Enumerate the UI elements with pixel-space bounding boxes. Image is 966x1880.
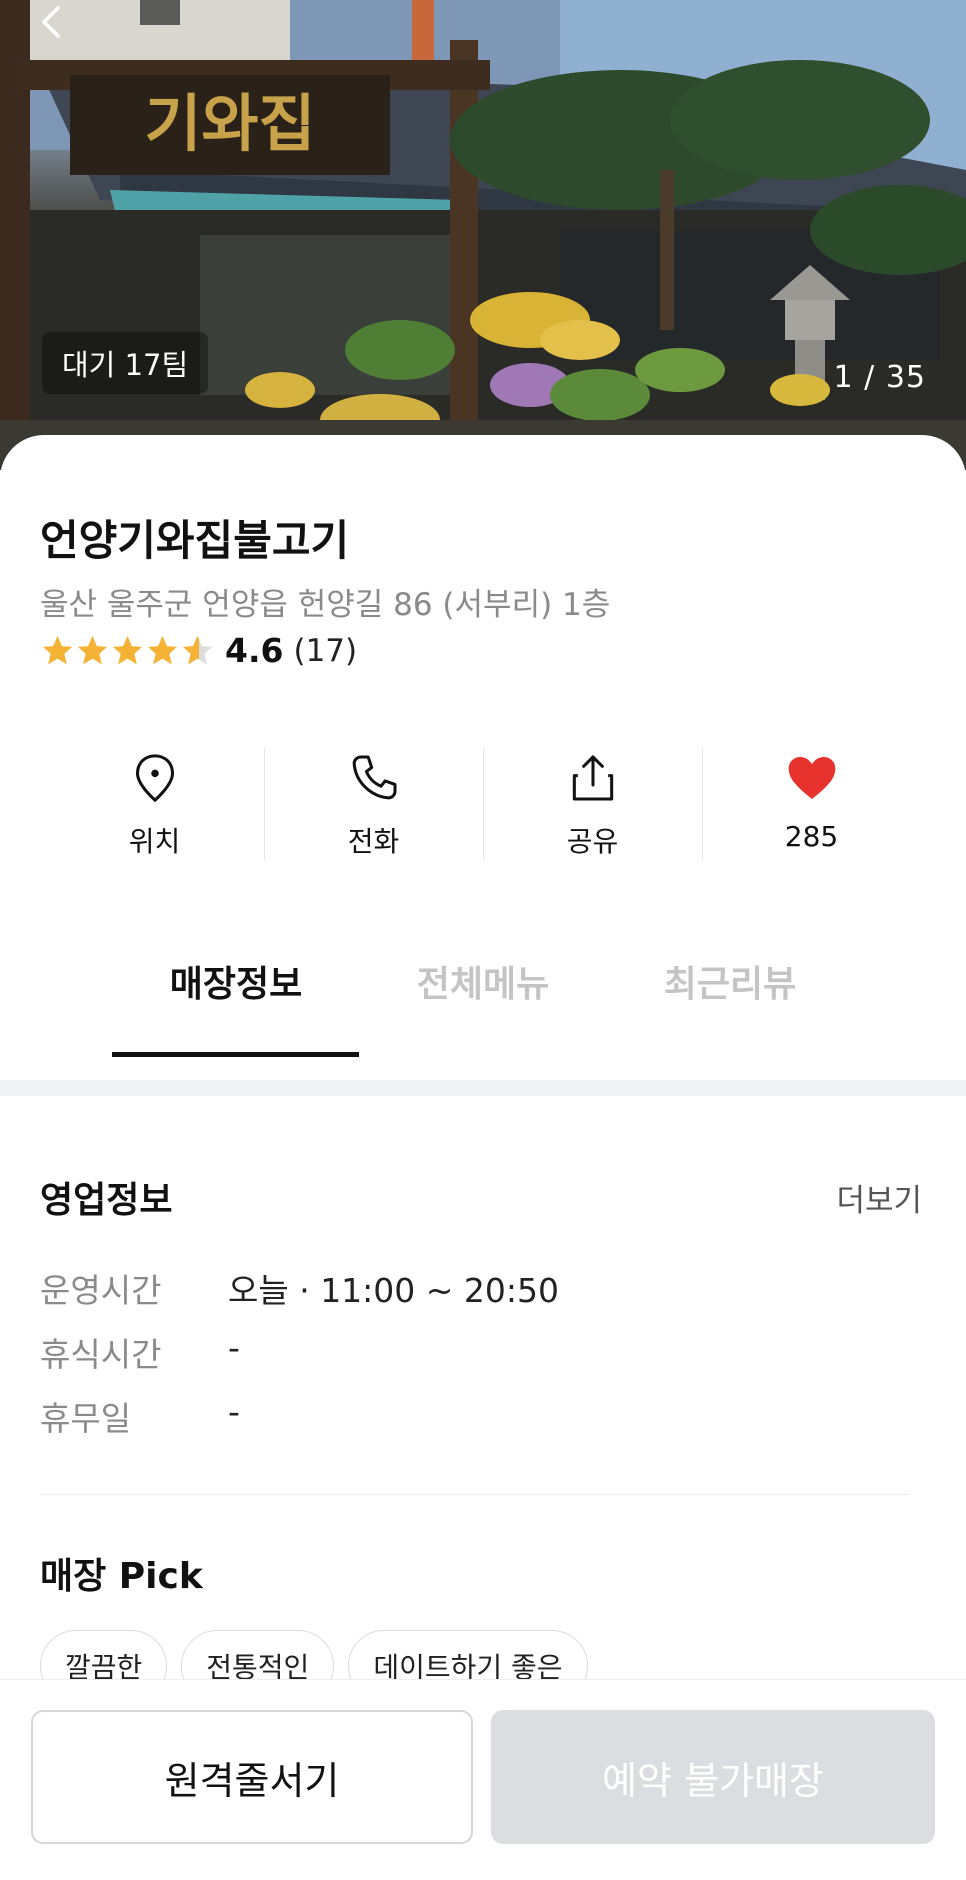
info-label: 휴식시간 — [40, 1335, 162, 1374]
reservation-unavailable-button: 예약 불가매장 — [491, 1710, 935, 1844]
rating-score: 4.6 — [225, 631, 284, 670]
photo-counter: 1 / 35 — [833, 360, 926, 395]
like-button[interactable]: 285 — [702, 740, 921, 860]
info-label: 휴무일 — [40, 1399, 132, 1438]
star-full-icon — [42, 635, 73, 665]
action-label: 전화 — [347, 825, 400, 858]
remote-queue-button[interactable]: 원격줄서기 — [31, 1710, 473, 1844]
like-count: 285 — [784, 820, 839, 853]
store-address: 울산 울주군 언양읍 헌양길 86 (서부리) 1층 — [40, 587, 611, 623]
info-value: 오늘 · 11:00 ~ 20:50 — [228, 1271, 560, 1310]
waiting-count-badge: 대기 17팀 — [42, 332, 209, 394]
share-button[interactable]: 공유 — [483, 740, 702, 860]
bottom-action-bar: 원격줄서기 예약 불가매장 — [0, 1679, 966, 1880]
signboard-text: 기와집 — [144, 87, 315, 160]
section-divider — [0, 1080, 966, 1096]
location-button[interactable]: 위치 — [45, 740, 264, 860]
star-half-icon — [182, 635, 213, 665]
heart-icon — [788, 757, 835, 799]
divider-line — [40, 1494, 910, 1495]
back-button[interactable] — [34, 2, 74, 42]
star-full-icon — [112, 635, 143, 665]
star-rating — [40, 633, 215, 668]
store-photo-carousel[interactable]: 기와집 대기 17팀 1 / 35 — [0, 0, 966, 470]
action-bar: 위치 전화 공유 285 — [45, 740, 921, 860]
info-value: - — [228, 1392, 240, 1431]
star-full-icon — [77, 635, 108, 665]
rating-row: 4.6 (17) — [40, 631, 357, 670]
store-detail-sheet: 언양기와집불고기 울산 울주군 언양읍 헌양길 86 (서부리) 1층 4.6 … — [0, 435, 966, 1879]
action-label: 공유 — [566, 825, 619, 858]
active-tab-indicator — [112, 1052, 359, 1057]
chevron-left-icon — [42, 6, 60, 38]
call-button[interactable]: 전화 — [264, 740, 483, 860]
info-row-closed-days: 휴무일 - — [40, 1392, 240, 1440]
info-row-break: 휴식시간 - — [40, 1328, 240, 1376]
share-icon — [572, 755, 613, 801]
more-button[interactable]: 더보기 — [836, 1175, 922, 1220]
location-pin-icon — [135, 754, 174, 803]
tab-full-menu[interactable]: 전체메뉴 — [359, 955, 607, 1007]
action-label: 위치 — [128, 825, 181, 858]
tab-recent-reviews[interactable]: 최근리뷰 — [606, 955, 854, 1007]
store-name: 언양기와집불고기 — [40, 516, 350, 565]
star-full-icon — [147, 635, 178, 665]
info-row-hours: 운영시간 오늘 · 11:00 ~ 20:50 — [40, 1264, 559, 1312]
store-photo: 기와집 — [0, 0, 966, 470]
store-pick-title: 매장 Pick — [40, 1556, 203, 1597]
tab-store-info[interactable]: 매장정보 — [112, 955, 360, 1007]
business-info-title: 영업정보 — [40, 1180, 173, 1221]
tab-bar: 매장정보 전체메뉴 최근리뷰 — [0, 955, 966, 1057]
info-value: - — [228, 1328, 240, 1367]
phone-icon — [352, 755, 397, 800]
review-count: (17) — [293, 632, 358, 669]
info-label: 운영시간 — [40, 1271, 162, 1310]
